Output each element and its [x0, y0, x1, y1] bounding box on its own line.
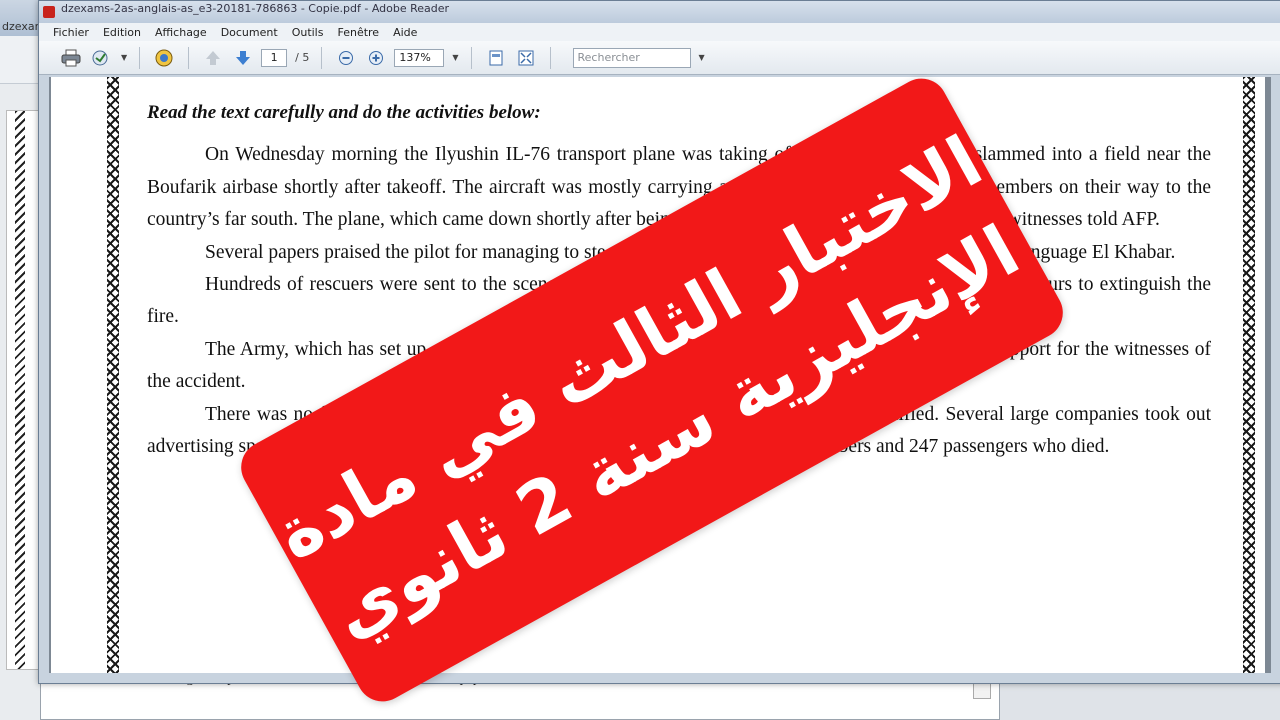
screen: dzexams- be identified. Several large co… [0, 0, 1280, 720]
toolbar-separator [470, 46, 472, 69]
toolbar: ▼ 1 / 5 137% ▼ Rechercher ▼ [39, 41, 1280, 75]
menu-edition[interactable]: Edition [103, 26, 141, 39]
page-total: / 5 [295, 51, 310, 64]
chevron-down-icon[interactable]: ▼ [121, 53, 127, 62]
collaborate-icon[interactable] [152, 46, 176, 70]
window-title: dzexams-2as-anglais-as_e3-20181-786863 -… [61, 1, 450, 15]
arrow-up-icon[interactable] [201, 46, 225, 70]
zoom-out-icon[interactable] [334, 46, 358, 70]
background-document [6, 110, 40, 670]
instructions-heading: Read the text carefully and do the activ… [147, 102, 541, 123]
zoom-level-input[interactable]: 137% [394, 48, 445, 67]
menu-document[interactable]: Document [221, 26, 278, 39]
zoom-in-icon[interactable] [364, 46, 388, 70]
title-bar: dzexams-2as-anglais-as_e3-20181-786863 -… [39, 1, 1280, 23]
menu-aide[interactable]: Aide [393, 26, 417, 39]
border-decoration [15, 111, 25, 669]
toolbar-separator [549, 46, 551, 69]
page-border-left [107, 77, 119, 673]
search-input[interactable]: Rechercher [572, 47, 691, 68]
menu-fenetre[interactable]: Fenêtre [337, 26, 379, 39]
email-icon[interactable] [89, 46, 113, 70]
page-number-input[interactable]: 1 [261, 48, 288, 67]
chevron-down-icon[interactable]: ▼ [452, 53, 458, 62]
menu-outils[interactable]: Outils [292, 26, 324, 39]
menu-fichier[interactable]: Fichier [53, 26, 89, 39]
menu-affichage[interactable]: Affichage [155, 26, 207, 39]
arrow-down-icon[interactable] [231, 46, 255, 70]
fit-width-icon[interactable] [484, 46, 508, 70]
page-border-right [1243, 77, 1255, 673]
menu-bar: Fichier Edition Affichage Document Outil… [39, 23, 1280, 41]
toolbar-separator [321, 46, 323, 69]
fit-page-icon[interactable] [514, 46, 538, 70]
toolbar-separator [188, 46, 190, 69]
printer-icon[interactable] [59, 46, 83, 70]
toolbar-separator [139, 46, 141, 69]
chevron-down-icon[interactable]: ▼ [699, 53, 705, 62]
adobe-reader-icon [43, 6, 55, 18]
